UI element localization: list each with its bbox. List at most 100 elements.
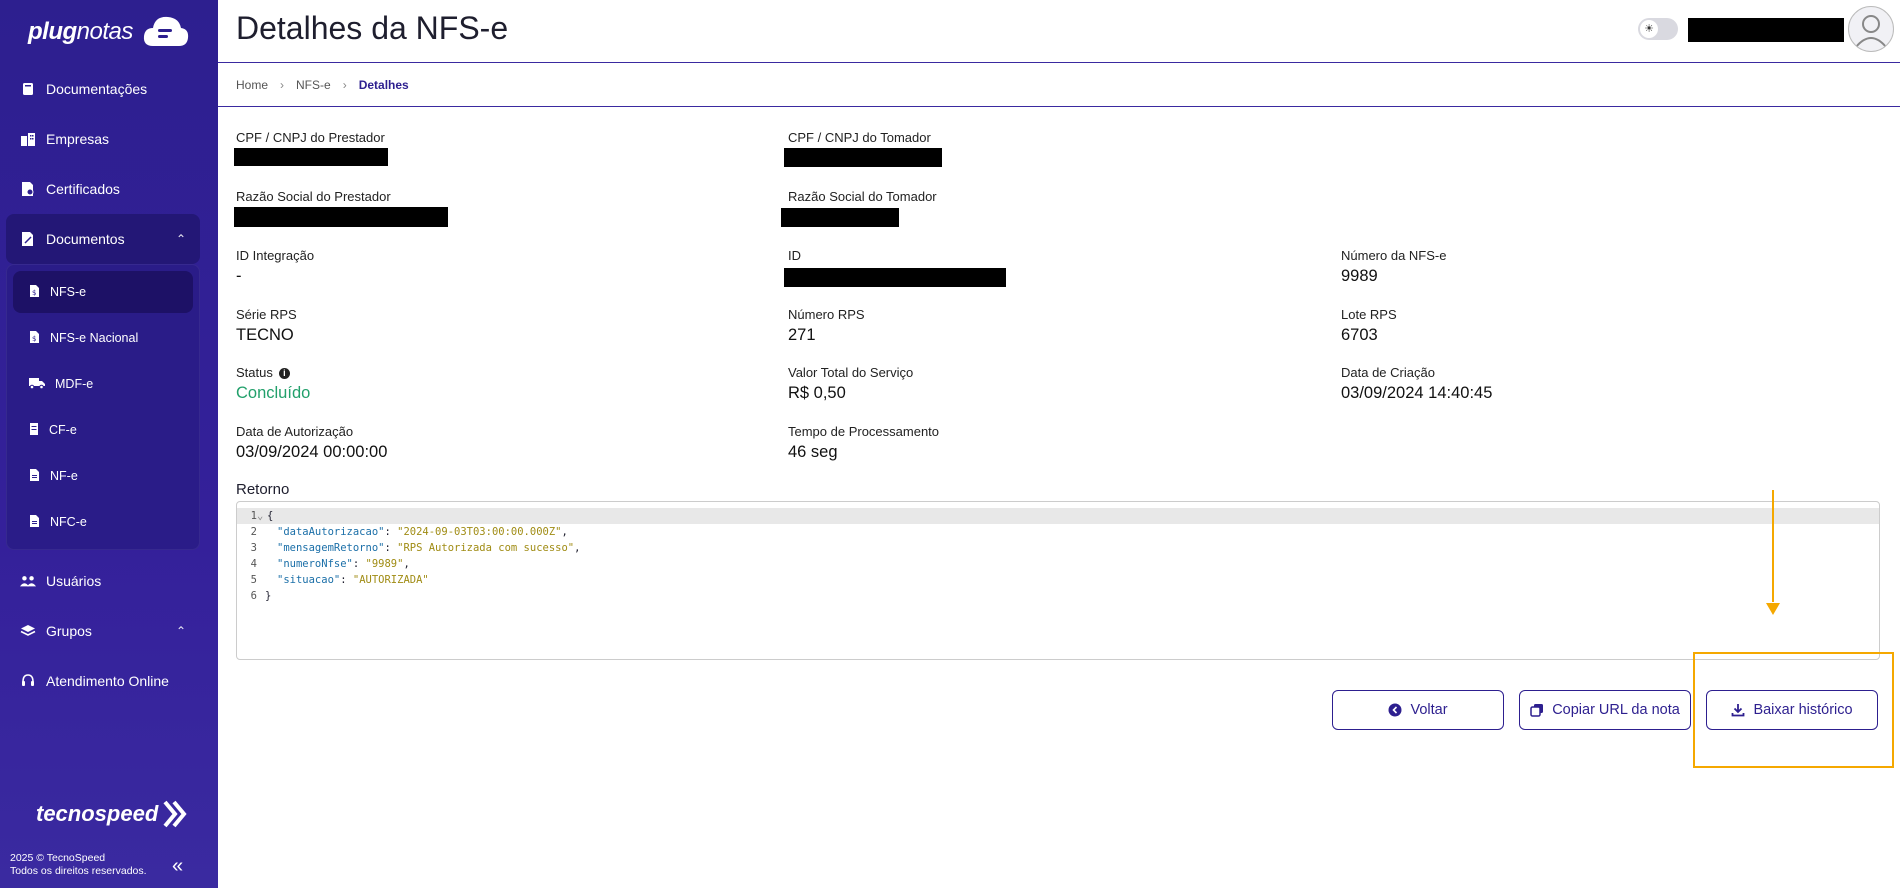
certificate-icon [20,181,36,197]
sidebar-nav: Documentações Empresas Certificados Docu… [6,64,200,706]
field-label: Data de Criação [1341,365,1435,380]
breadcrumb-home[interactable]: Home [236,78,268,92]
field-label: Status [236,365,273,380]
tecnospeed-wordmark: tecnospeed [36,801,159,826]
chevron-right-icon: › [342,78,347,92]
sidebar-item-label: Empresas [46,131,110,147]
file-icon [29,514,40,531]
annotation-arrow-line [1772,490,1774,602]
sidebar: plugnotas Documentações Empresas Certifi… [0,0,218,888]
field-cpf-prestador: CPF / CNPJ do Prestador [234,130,388,166]
field-status: Status i Concluído [236,365,310,403]
line-number: 5 [250,574,257,586]
headset-icon [20,673,36,689]
retorno-code-editor[interactable]: 1 ⌄ { 2 "dataAutorizacao": "2024-09-03T0… [236,501,1880,660]
field-label: CPF / CNPJ do Tomador [788,130,931,145]
field-label: Série RPS [236,307,297,322]
field-numero-rps: Número RPS 271 [788,307,865,345]
sidebar-item-nfse[interactable]: $ NFS-e [13,271,193,313]
page-title: Detalhes da NFS-e [236,10,509,46]
user-icon [1855,15,1887,48]
sidebar-item-documentacoes[interactable]: Documentações [6,64,200,114]
field-value: 03/09/2024 14:40:45 [1341,384,1493,402]
cloud-icon [143,16,188,46]
sidebar-item-label: Usuários [46,573,102,589]
redacted-value [234,207,448,227]
field-value: 03/09/2024 00:00:00 [236,443,388,461]
field-data-criacao: Data de Criação 03/09/2024 14:40:45 [1341,365,1492,403]
sidebar-item-label: MDF-e [55,377,94,391]
avatar[interactable] [1848,6,1894,52]
sidebar-item-label: Grupos [46,623,92,639]
user-name-redacted[interactable] [1688,18,1844,42]
fold-icon[interactable]: ⌄ [257,508,267,524]
sidebar-item-usuarios[interactable]: Usuários [6,556,200,606]
file-icon: $ [29,284,40,301]
sidebar-item-empresas[interactable]: Empresas [6,114,200,164]
json-value: "AUTORIZADA" [352,574,429,586]
redacted-value [784,148,942,167]
field-lote-rps: Lote RPS 6703 [1341,307,1397,345]
field-cpf-tomador: CPF / CNPJ do Tomador [784,130,942,167]
field-label: Razão Social do Tomador [788,189,937,204]
field-razao-prestador: Razão Social do Prestador [234,189,448,227]
logo-text-light: notas [76,18,134,45]
breadcrumb-nfse[interactable]: NFS-e [296,78,331,92]
code-text: } [265,590,272,602]
sidebar-item-documentos[interactable]: Documentos ⌃ [6,214,200,264]
field-data-autorizacao: Data de Autorização 03/09/2024 00:00:00 [236,424,387,462]
button-label: Copiar URL da nota [1552,702,1680,718]
field-value: TECNO [236,326,294,344]
field-id: ID [784,248,1006,287]
sidebar-item-mdfe[interactable]: MDF-e [7,361,199,407]
collapse-sidebar-icon[interactable]: « [172,855,183,878]
copyright: 2025 © TecnoSpeed Todos os direitos rese… [10,852,147,878]
sidebar-item-label: NFS-e [50,285,87,299]
code-line: 5 "situacao": "AUTORIZADA" [237,572,1879,588]
field-value: R$ 0,50 [788,384,846,402]
sidebar-item-atendimento[interactable]: Atendimento Online [6,656,200,706]
sidebar-item-cfe[interactable]: CF-e [7,407,199,453]
code-line: 3 "mensagemRetorno": "RPS Autorizada com… [237,540,1879,556]
field-label: Número RPS [788,307,865,322]
field-label: Razão Social do Prestador [236,189,391,204]
field-label: Valor Total do Serviço [788,365,914,380]
svg-text:$: $ [32,289,36,297]
logo-text-bold: plug [28,18,77,45]
sidebar-item-label: Documentos [46,231,125,247]
info-icon[interactable]: i [278,368,290,380]
sun-icon: ☀ [1640,20,1658,38]
code-line: 6 } [237,588,1879,604]
book-icon [20,81,36,97]
field-label: ID Integração [236,248,315,263]
tecnospeed-logo: tecnospeed [36,800,188,828]
sidebar-item-nfe[interactable]: NF-e [7,453,199,499]
code-text: { [267,510,274,522]
redacted-value [784,268,1006,287]
field-value: - [236,267,242,285]
annotation-arrow-head [1766,603,1780,615]
divider [218,106,1900,107]
top-header: Detalhes da NFS-e ☀ [218,0,1900,63]
chevron-updown-icon: ⌃ [175,624,186,638]
json-key: "mensagemRetorno" [277,542,385,554]
redacted-value [781,208,899,227]
sidebar-item-nfce[interactable]: NFC-e [7,499,199,545]
arrow-left-circle-icon [1388,703,1402,717]
sidebar-item-nfse-nacional[interactable]: $ NFS-e Nacional [7,315,199,361]
copyright-line2: Todos os direitos reservados. [10,865,147,877]
copiar-url-button[interactable]: Copiar URL da nota [1519,690,1691,730]
document-icon [20,231,36,247]
voltar-button[interactable]: Voltar [1332,690,1504,730]
json-punct: , [403,558,410,570]
json-value: "9989" [365,558,404,570]
sidebar-item-grupos[interactable]: Grupos ⌃ [6,606,200,656]
documentos-subnav: $ NFS-e $ NFS-e Nacional MDF-e CF-e NF-e [6,264,200,550]
sidebar-item-label: Atendimento Online [46,673,169,689]
theme-toggle[interactable]: ☀ [1638,18,1678,40]
copy-icon [1530,704,1544,717]
svg-text:$: $ [32,335,36,343]
sidebar-item-certificados[interactable]: Certificados [6,164,200,214]
sidebar-item-label: NFS-e Nacional [50,331,139,345]
plugnotas-logo[interactable]: plugnotas [28,12,191,52]
